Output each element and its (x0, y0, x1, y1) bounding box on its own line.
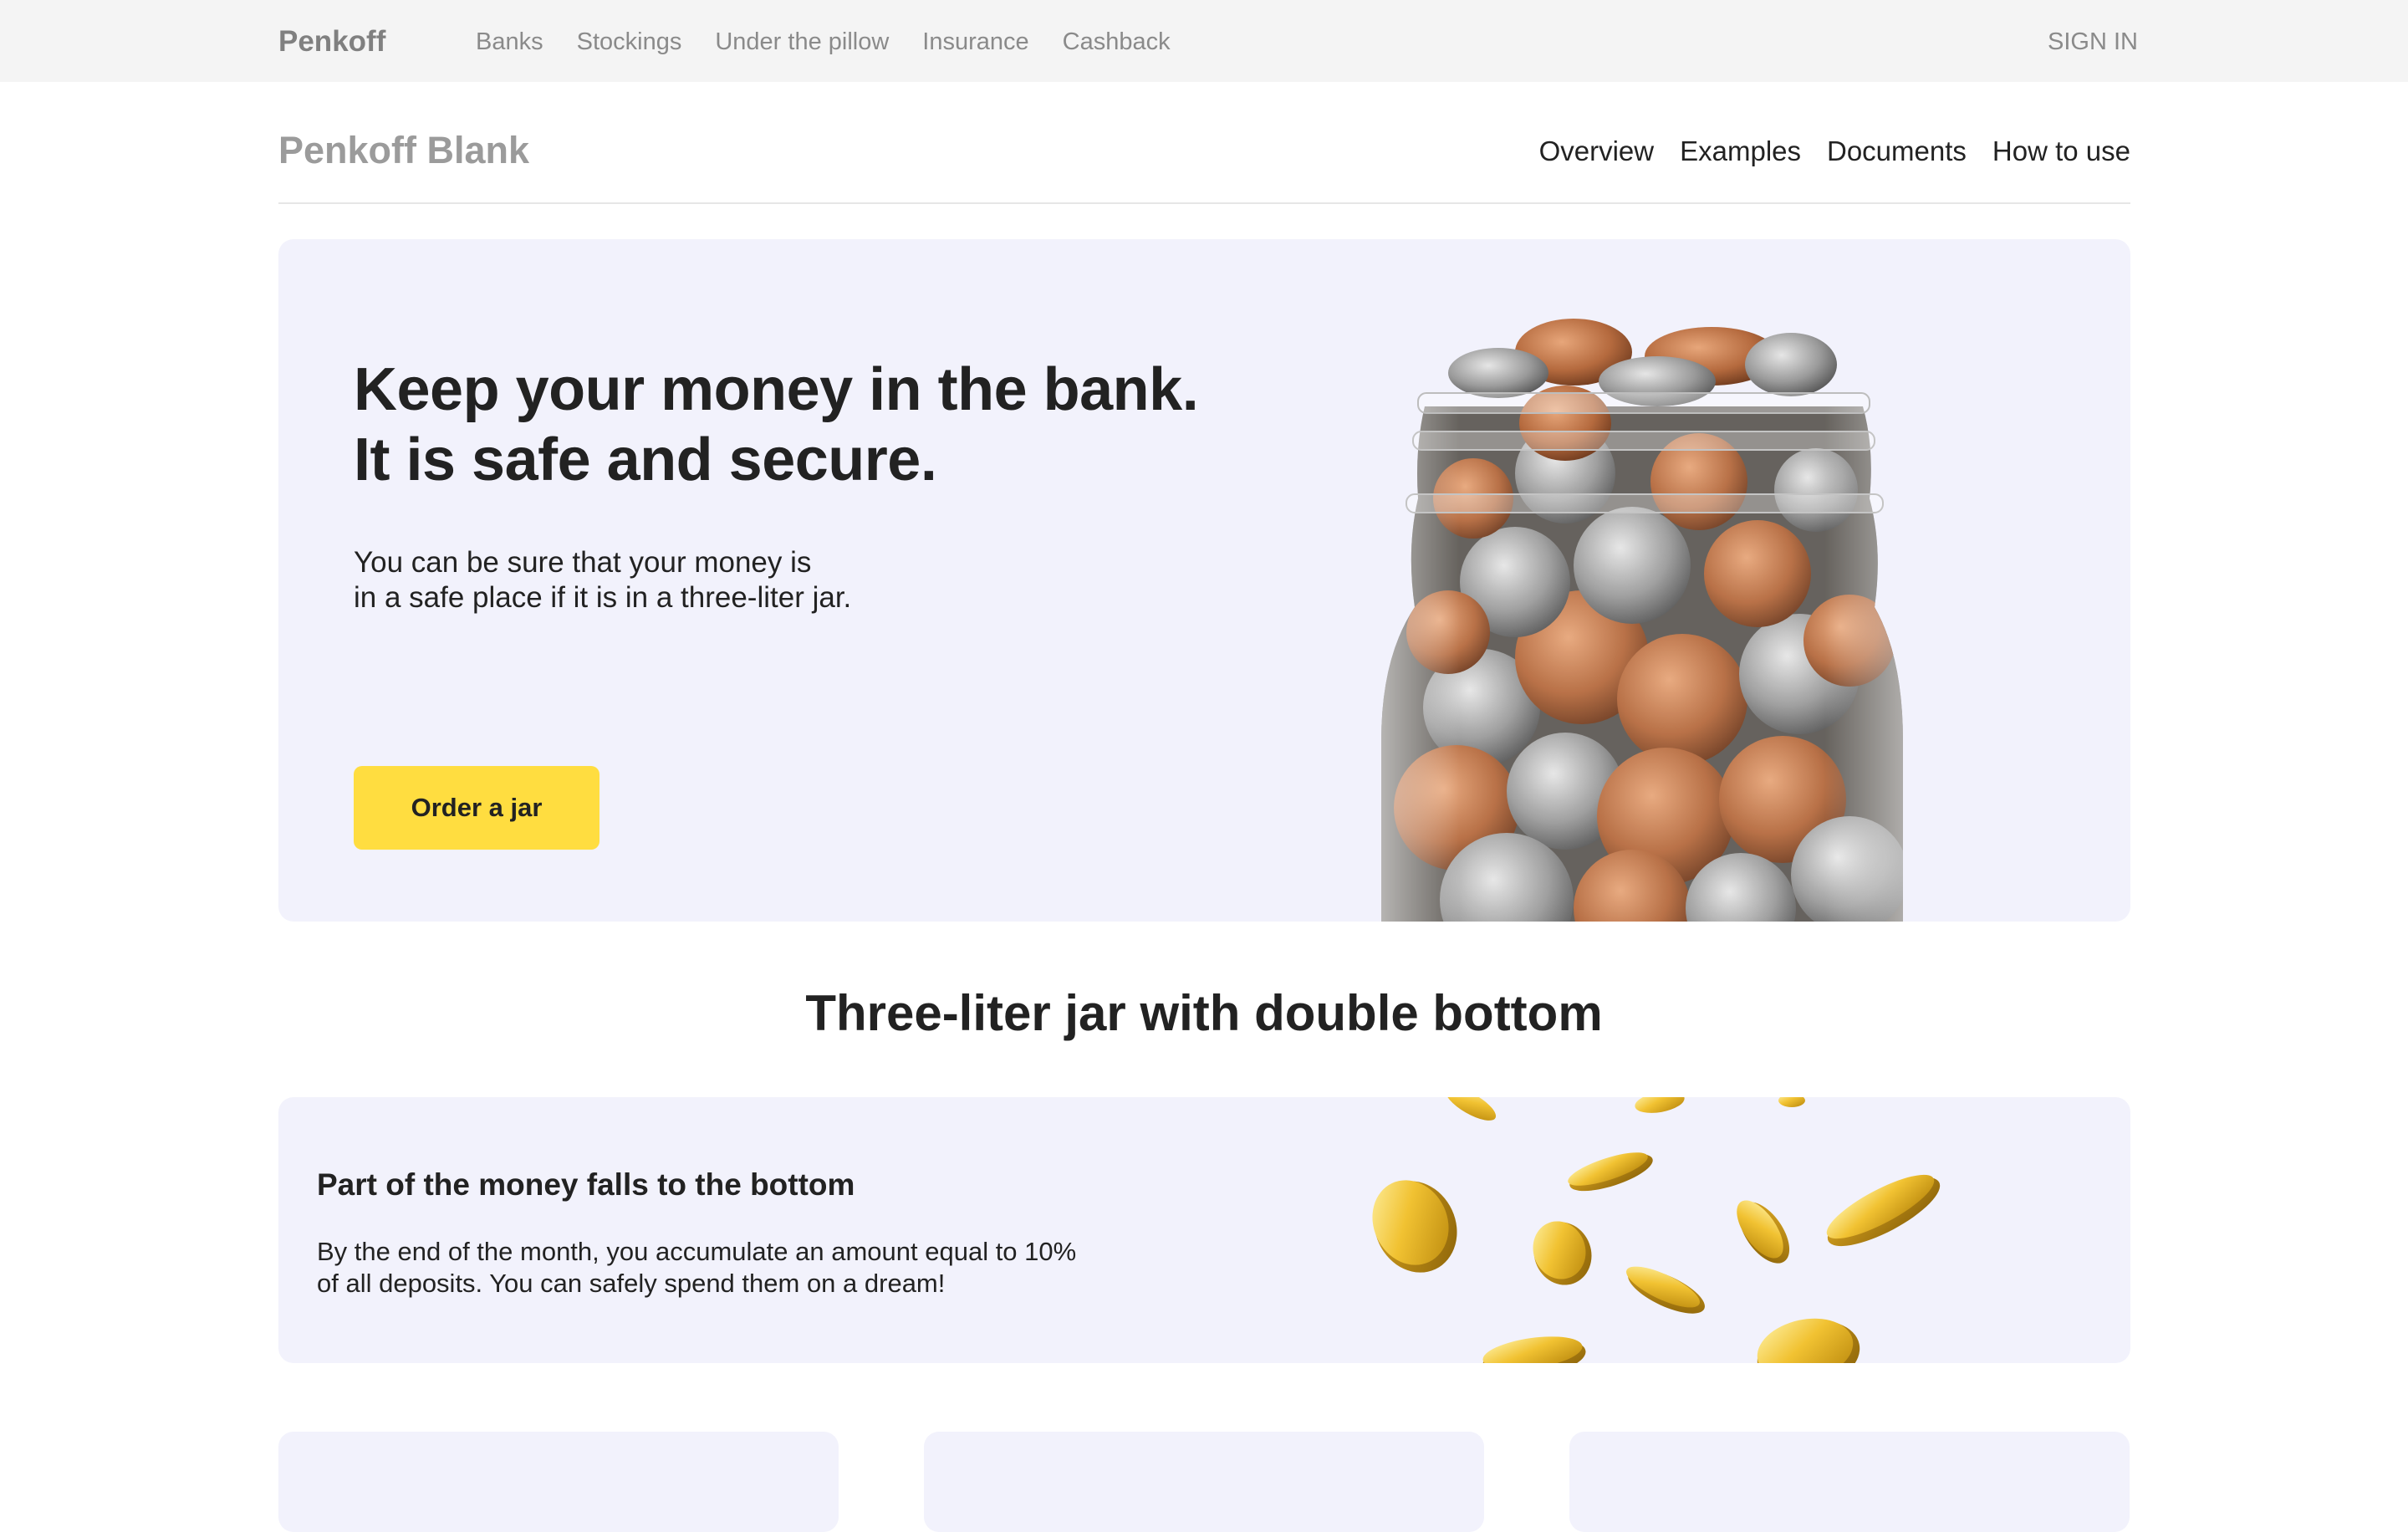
top-nav-stockings[interactable]: Stockings (577, 28, 682, 56)
hero-title: Keep your money in the bank. It is safe … (354, 355, 1199, 495)
feature-description-line: of all deposits. You can safely spend th… (317, 1269, 946, 1298)
section-title: Three-liter jar with double bottom (805, 985, 1603, 1041)
product-nav-overview[interactable]: Overview (1539, 135, 1655, 167)
brand-logo[interactable]: Penkoff (278, 25, 385, 59)
product-title[interactable]: Penkoff Blank (278, 129, 529, 172)
top-nav-cashback[interactable]: Cashback (1063, 28, 1171, 56)
product-nav-documents[interactable]: Documents (1827, 135, 1967, 167)
product-nav-how-to-use[interactable]: How to use (1992, 135, 2130, 167)
product-nav-examples[interactable]: Examples (1680, 135, 1801, 167)
hero-banner: Keep your money in the bank. It is safe … (278, 239, 2130, 922)
info-card (924, 1432, 1484, 1532)
feature-card: Part of the money falls to the bottom By… (278, 1097, 2130, 1363)
feature-title: Part of the money falls to the bottom (317, 1167, 855, 1202)
info-card (1569, 1432, 2130, 1532)
top-nav: Banks Stockings Under the pillow Insuran… (476, 28, 1171, 56)
feature-description: By the end of the month, you accumulate … (317, 1236, 1076, 1300)
product-nav: Overview Examples Documents How to use (1539, 135, 2130, 167)
hero-description-line: You can be sure that your money is (354, 546, 812, 579)
hero-title-line: It is safe and secure. (354, 426, 937, 493)
falling-coins-image (1372, 1097, 1941, 1363)
hero-title-line: Keep your money in the bank. (354, 356, 1199, 423)
info-card (278, 1432, 839, 1532)
product-header: Penkoff Blank Overview Examples Document… (278, 129, 2130, 204)
sign-in-link[interactable]: SIGN IN (2048, 28, 2138, 56)
hero-description: You can be sure that your money is in a … (354, 545, 851, 615)
feature-description-line: By the end of the month, you accumulate … (317, 1237, 1077, 1266)
coin-jar-image (1381, 319, 1903, 922)
hero-description-line: in a safe place if it is in a three-lite… (354, 581, 852, 614)
order-jar-button[interactable]: Order a jar (354, 766, 599, 850)
top-nav-insurance[interactable]: Insurance (922, 28, 1028, 56)
top-nav-banks[interactable]: Banks (476, 28, 543, 56)
top-nav-under-the-pillow[interactable]: Under the pillow (715, 28, 889, 56)
top-navbar: Penkoff Banks Stockings Under the pillow… (0, 0, 2408, 82)
